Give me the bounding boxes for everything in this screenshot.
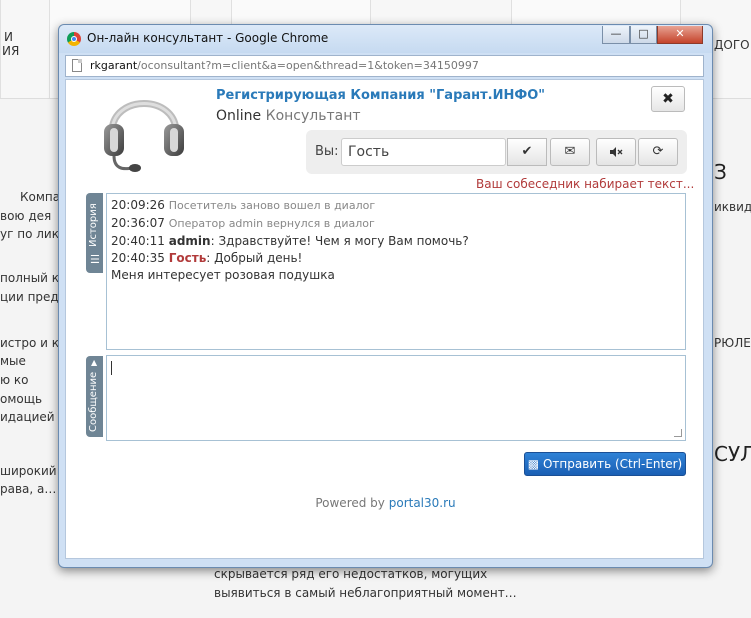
chrome-icon (67, 32, 81, 46)
background-text: РЮЛЕ (714, 336, 751, 350)
maximize-button[interactable]: □ (630, 26, 657, 44)
history-message: 20:36:07 Оператор admin вернулся в диало… (111, 216, 375, 230)
user-toolbar: Вы: Гость ✔ ✉ ⟳ (306, 130, 687, 174)
window-title: Он-лайн консультант - Google Chrome (87, 31, 329, 45)
send-button-label: Отправить (Ctrl-Enter) (542, 457, 683, 471)
send-email-button[interactable]: ✉ (550, 138, 590, 166)
background-text: полный к (0, 271, 60, 285)
chat-bubble-icon: ▩ (527, 457, 540, 471)
background-text: омощь (0, 392, 43, 406)
text-caret (111, 361, 112, 375)
window-close-button[interactable]: ✕ (657, 26, 703, 44)
background-text: Компа (20, 190, 61, 204)
chat-content: Регистрирующая Компания "Гарант.ИНФО" On… (65, 79, 704, 559)
confirm-name-button[interactable]: ✔ (507, 138, 547, 166)
resize-handle[interactable] (674, 429, 682, 437)
background-text: истро и к (0, 336, 60, 350)
mute-icon (610, 146, 623, 157)
operator-status: Online Консультант (216, 108, 361, 124)
window-titlebar[interactable]: Он-лайн консультант - Google Chrome — □ … (59, 25, 712, 53)
url-text: rkgarant/oconsultant?m=client&a=open&thr… (90, 59, 479, 72)
background-text: идацией В (0, 410, 67, 424)
chat-history[interactable]: 20:09:26 Посетитель заново вошел в диало… (106, 193, 686, 350)
address-bar[interactable]: rkgarant/oconsultant?m=client&a=open&thr… (65, 55, 704, 77)
page-icon (72, 59, 82, 72)
portal-link[interactable]: portal30.ru (389, 496, 456, 510)
send-button[interactable]: ▩ Отправить (Ctrl-Enter) (524, 452, 686, 476)
background-text: выявиться в самый неблагоприятный момент… (214, 586, 517, 600)
message-tab-label: Сообщение (88, 371, 99, 432)
background-text: мые (0, 354, 26, 368)
close-chat-button[interactable]: ✖ (651, 86, 685, 112)
background-text: скрывается ряд его недостатков, могущих (214, 567, 488, 581)
background-text: уг по лик (0, 227, 59, 241)
background-text: ДОГО (714, 38, 750, 52)
envelope-icon: ✉ (564, 144, 576, 159)
powered-by: Powered by portal30.ru (315, 496, 456, 510)
company-title: Регистрирующая Компания "Гарант.ИНФО" (216, 88, 546, 103)
collapse-arrow-icon: ▲ (91, 358, 98, 367)
background-text: вою дея (0, 209, 52, 223)
check-icon: ✔ (521, 144, 533, 159)
consultant-window: Он-лайн консультант - Google Chrome — □ … (58, 24, 713, 568)
menu-icon: ☰ (90, 253, 100, 266)
background-text: ИЯ (2, 44, 20, 58)
background-text: СУЛ (714, 442, 751, 466)
history-message: 20:40:11 admin: Здравствуйте! Чем я могу… (111, 234, 469, 248)
typing-indicator: Ваш собеседник набирает текст... (476, 177, 695, 191)
background-text: иквид (714, 200, 751, 214)
refresh-icon: ⟳ (652, 144, 664, 159)
background-text: ю ко (0, 373, 29, 387)
history-message: Меня интересует розовая подушка (111, 268, 335, 282)
message-tab[interactable]: ▲ Сообщение (86, 356, 103, 437)
history-tab-label: История (88, 203, 99, 247)
history-message: 20:40:35 Гость: Добрый день! (111, 251, 303, 265)
mute-button[interactable] (596, 138, 636, 166)
background-text: И (4, 30, 13, 44)
minimize-button[interactable]: — (602, 26, 630, 44)
history-tab[interactable]: История ☰ (86, 193, 103, 273)
message-input[interactable] (106, 355, 686, 441)
headset-icon (104, 100, 184, 172)
name-input[interactable]: Гость (341, 138, 506, 166)
refresh-button[interactable]: ⟳ (638, 138, 678, 166)
background-text: широкий с (0, 464, 67, 478)
history-message: 20:09:26 Посетитель заново вошел в диало… (111, 198, 376, 212)
background-text: З (714, 160, 727, 184)
you-label: Вы: (315, 144, 339, 159)
background-text: ции пред (0, 290, 59, 304)
background-text: рава, а… (0, 482, 57, 496)
